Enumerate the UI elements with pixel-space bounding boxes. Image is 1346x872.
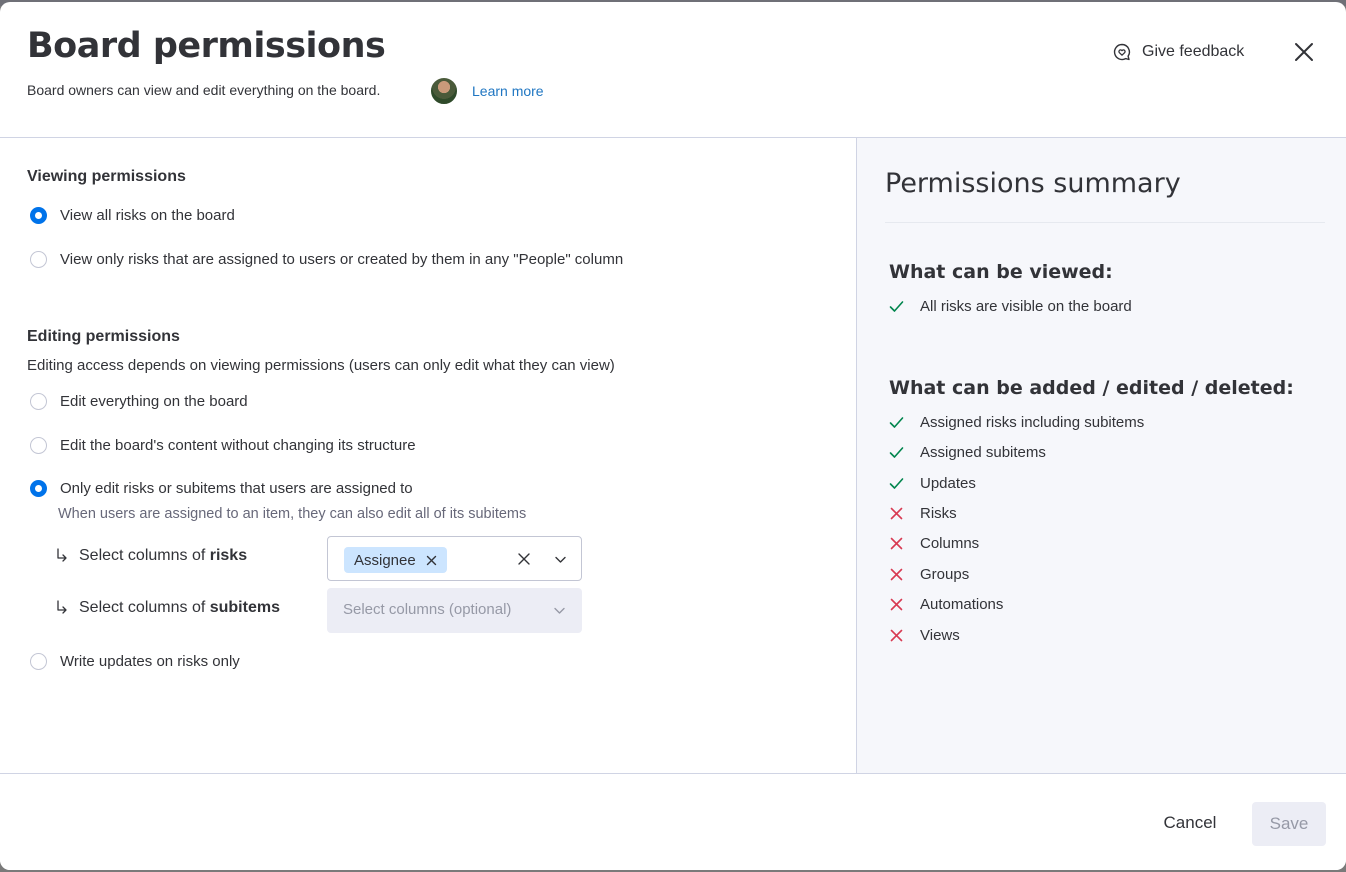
give-feedback-label: Give feedback [1142,43,1245,60]
subdirectory-arrow-icon [57,548,67,562]
risks-columns-label: Select columns of risks [55,547,247,565]
check-icon [889,417,904,428]
radio-button[interactable] [30,393,47,410]
permissions-settings-panel: Viewing permissions View all risks on th… [0,138,856,773]
edit-content-option[interactable]: Edit the board's content without changin… [30,437,416,454]
check-icon [889,478,904,489]
view-assigned-risks-option[interactable]: View only risks that are assigned to use… [30,251,623,268]
summary-item: Updates [889,475,976,492]
viewed-heading: What can be viewed: [889,261,1113,283]
option-label: Only edit risks or subitems that users a… [60,480,413,497]
select-placeholder: Select columns (optional) [343,601,512,618]
viewing-permissions-heading: Viewing permissions [27,168,186,185]
x-icon [890,537,903,550]
summary-title: Permissions summary [885,168,1181,199]
dialog-title: Board permissions [27,26,386,66]
close-icon [1295,43,1313,61]
summary-item: Columns [889,535,979,552]
edit-everything-option[interactable]: Edit everything on the board [30,393,248,410]
close-button[interactable] [1290,38,1318,66]
subitems-columns-select[interactable]: Select columns (optional) [327,588,582,633]
permissions-summary-panel: Permissions summary What can be viewed: … [856,138,1346,773]
chip-label: Assignee [354,551,416,569]
chevron-down-icon[interactable] [554,553,567,566]
summary-divider [885,222,1325,223]
radio-button[interactable] [30,653,47,670]
x-icon [890,598,903,611]
dialog-subtitle: Board owners can view and edit everythin… [27,82,381,98]
option-label: Edit everything on the board [60,393,248,410]
option-label: View all risks on the board [60,207,235,224]
edited-heading: What can be added / edited / deleted: [889,377,1294,399]
x-icon [890,507,903,520]
edit-assigned-option[interactable]: Only edit risks or subitems that users a… [30,480,413,497]
summary-item: Risks [889,505,957,522]
clear-selection-icon[interactable] [517,552,531,566]
risks-columns-select[interactable]: Assignee [327,536,582,581]
give-feedback-button[interactable]: Give feedback [1112,40,1244,64]
avatar [430,77,458,105]
cancel-button[interactable]: Cancel [1148,802,1232,844]
x-icon [890,568,903,581]
summary-item: All risks are visible on the board [889,298,1132,315]
radio-button-checked[interactable] [30,480,47,497]
view-all-risks-option[interactable]: View all risks on the board [30,207,235,224]
check-icon [889,301,904,312]
check-icon [889,447,904,458]
option-label: View only risks that are assigned to use… [60,251,624,268]
option-label: Write updates on risks only [60,653,240,670]
save-button[interactable]: Save [1252,802,1326,846]
subitems-columns-label: Select columns of subitems [55,599,280,617]
chevron-down-icon[interactable] [553,604,566,617]
option-label: Edit the board's content without changin… [60,437,416,454]
write-updates-option[interactable]: Write updates on risks only [30,653,240,670]
summary-item: Assigned risks including subitems [889,414,1144,431]
radio-button[interactable] [30,437,47,454]
summary-item: Views [889,627,960,644]
x-icon [890,629,903,642]
dialog-header: Board permissions Board owners can view … [0,2,1346,138]
board-permissions-dialog: Board permissions Board owners can view … [0,2,1346,870]
editing-permissions-description: Editing access depends on viewing permis… [27,357,615,374]
summary-item: Assigned subitems [889,444,1046,461]
edit-assigned-hint: When users are assigned to an item, they… [58,506,527,522]
radio-button-checked[interactable] [30,207,47,224]
remove-chip-icon[interactable] [426,555,437,566]
editing-permissions-heading: Editing permissions [27,328,180,345]
assignee-chip: Assignee [344,547,447,573]
summary-item: Automations [889,596,1003,613]
learn-more-link[interactable]: Learn more [472,83,544,99]
radio-button[interactable] [30,251,47,268]
summary-item: Groups [889,566,969,583]
subdirectory-arrow-icon [57,600,67,614]
dialog-footer: Cancel Save [0,773,1346,870]
chat-heart-icon [1113,43,1131,61]
